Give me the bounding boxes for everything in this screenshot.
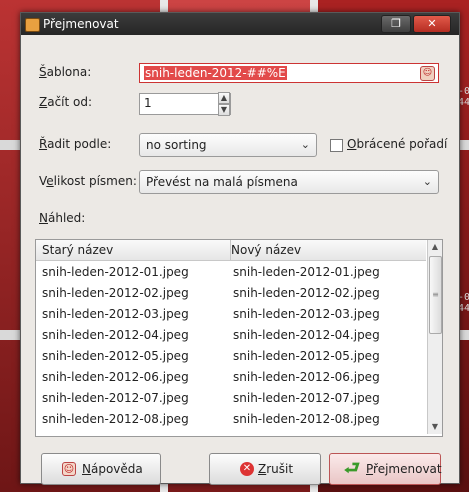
table-row[interactable]: snih-leden-2012-03.jpeg snih-leden-2012-0…	[36, 304, 426, 325]
rename-dialog: Přejmenovat ❐ ✕ Šablona: snih-leden-2012…	[20, 12, 460, 485]
close-button[interactable]: ✕	[413, 15, 451, 33]
vertical-scrollbar[interactable]: ▲ ≡ ▼	[427, 240, 442, 434]
scroll-down-icon[interactable]: ▼	[428, 420, 442, 434]
help-button[interactable]: ☺ Nápověda	[41, 453, 161, 485]
confirm-arrow-icon: ⮐	[343, 458, 361, 479]
start-spin-buttons[interactable]: ▲ ▼	[218, 92, 230, 116]
cancel-label: Zrušit	[258, 462, 294, 476]
old-name-cell: snih-leden-2012-03.jpeg	[42, 307, 189, 321]
template-value: snih-leden-2012-##%E	[144, 66, 287, 80]
new-name-cell: snih-leden-2012-04.jpeg	[233, 328, 380, 342]
new-name-cell: snih-leden-2012-05.jpeg	[233, 349, 380, 363]
column-header-old-name[interactable]: Starý název	[36, 240, 231, 260]
table-body: snih-leden-2012-01.jpeg snih-leden-2012-0…	[36, 262, 426, 430]
start-label: Začít od:	[39, 95, 93, 109]
old-name-cell: snih-leden-2012-08.jpeg	[42, 412, 189, 426]
old-name-cell: snih-leden-2012-07.jpeg	[42, 391, 189, 405]
scroll-up-icon[interactable]: ▲	[428, 240, 442, 254]
titlebar[interactable]: Přejmenovat ❐ ✕	[21, 13, 459, 35]
new-name-cell: snih-leden-2012-06.jpeg	[233, 370, 380, 384]
new-name-cell: snih-leden-2012-03.jpeg	[233, 307, 380, 321]
new-name-cell: snih-leden-2012-07.jpeg	[233, 391, 380, 405]
old-name-cell: snih-leden-2012-06.jpeg	[42, 370, 189, 384]
help-label: Nápověda	[82, 462, 143, 476]
sort-label: Řadit podle:	[39, 137, 112, 151]
old-name-cell: snih-leden-2012-01.jpeg	[42, 265, 189, 279]
chevron-up-icon[interactable]: ▲	[218, 92, 230, 104]
table-row[interactable]: snih-leden-2012-07.jpeg snih-leden-2012-0…	[36, 388, 426, 409]
chevron-down-icon: ⌄	[422, 175, 432, 188]
help-icon: ☺	[62, 462, 76, 476]
new-name-cell: snih-leden-2012-08.jpeg	[233, 412, 380, 426]
sort-value: no sorting	[146, 138, 207, 152]
reverse-order-checkbox[interactable]	[330, 139, 343, 152]
sort-select[interactable]: no sorting ⌄	[139, 133, 317, 157]
dialog-content: Šablona: snih-leden-2012-##%E ☺ Začít od…	[21, 35, 459, 485]
old-name-cell: snih-leden-2012-05.jpeg	[42, 349, 189, 363]
insert-icon[interactable]: ☺	[420, 66, 435, 81]
table-header: Starý název Nový název	[36, 240, 426, 261]
reverse-order-label[interactable]: Obrácené pořadí	[347, 137, 447, 151]
old-name-cell: snih-leden-2012-02.jpeg	[42, 286, 189, 300]
window-title: Přejmenovat	[43, 17, 119, 31]
table-row[interactable]: snih-leden-2012-01.jpeg snih-leden-2012-0…	[36, 262, 426, 283]
restore-button[interactable]: ❐	[381, 15, 411, 33]
rename-label: Přejmenovat	[366, 462, 442, 476]
app-icon	[25, 18, 40, 32]
table-row[interactable]: snih-leden-2012-06.jpeg snih-leden-2012-0…	[36, 367, 426, 388]
new-name-cell: snih-leden-2012-02.jpeg	[233, 286, 380, 300]
cancel-button[interactable]: ✕ Zrušit	[209, 453, 321, 485]
old-name-cell: snih-leden-2012-04.jpeg	[42, 328, 189, 342]
column-header-new-name[interactable]: Nový název	[225, 240, 431, 260]
preview-label: Náhled:	[39, 211, 86, 225]
table-row[interactable]: snih-leden-2012-02.jpeg snih-leden-2012-0…	[36, 283, 426, 304]
rename-button[interactable]: ⮐ Přejmenovat	[329, 453, 442, 485]
cancel-icon: ✕	[240, 462, 254, 476]
case-select[interactable]: Převést na malá písmena ⌄	[139, 170, 439, 194]
case-value: Převést na malá písmena	[146, 175, 298, 189]
table-row[interactable]: snih-leden-2012-05.jpeg snih-leden-2012-0…	[36, 346, 426, 367]
new-name-cell: snih-leden-2012-01.jpeg	[233, 265, 380, 279]
table-row[interactable]: snih-leden-2012-08.jpeg snih-leden-2012-0…	[36, 409, 426, 430]
case-label: Velikost písmen:	[39, 174, 137, 188]
chevron-down-icon[interactable]: ▼	[218, 104, 230, 116]
chevron-down-icon: ⌄	[300, 138, 310, 151]
scroll-thumb[interactable]: ≡	[429, 256, 442, 334]
template-input[interactable]: snih-leden-2012-##%E ☺	[139, 63, 439, 83]
template-label: Šablona:	[39, 65, 92, 79]
table-row[interactable]: snih-leden-2012-04.jpeg snih-leden-2012-0…	[36, 325, 426, 346]
preview-table[interactable]: Starý název Nový název snih-leden-2012-0…	[35, 239, 443, 437]
